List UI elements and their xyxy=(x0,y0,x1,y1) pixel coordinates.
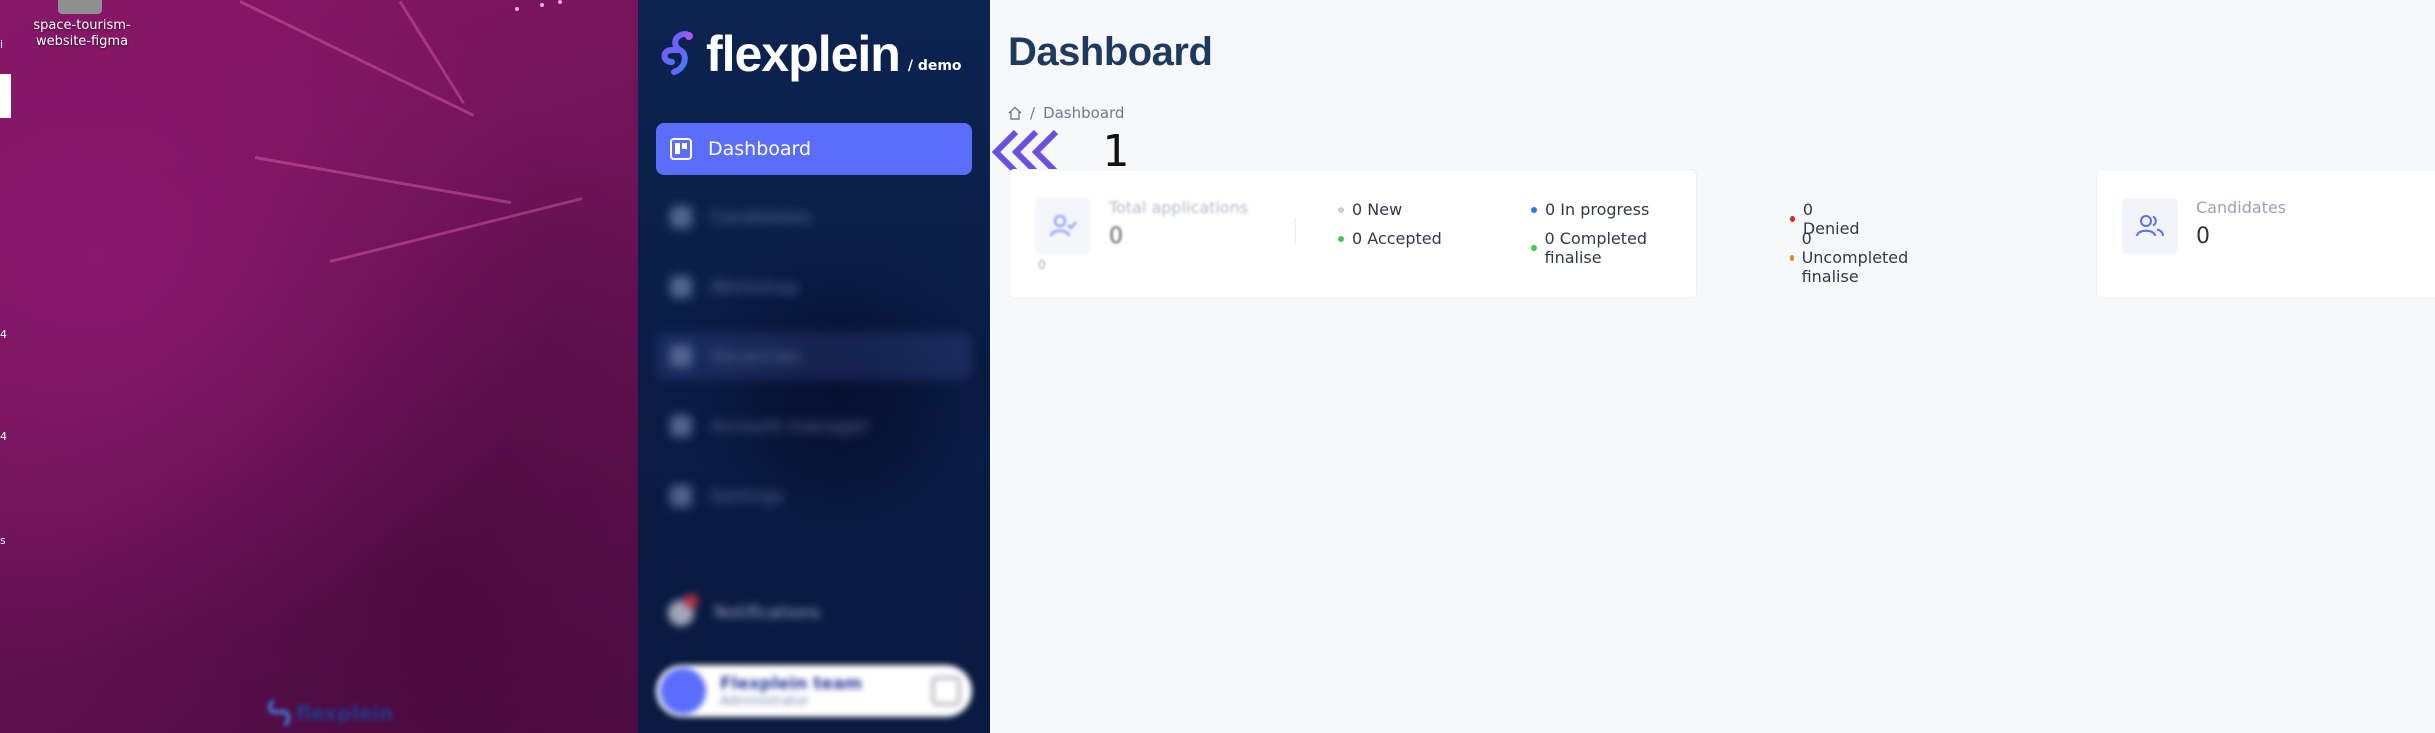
desktop-background: space-tourism-website-figma i 4 4 s flex… xyxy=(0,0,640,733)
brand-name: flexplein xyxy=(706,26,901,82)
dock-app-label: flexplein xyxy=(296,701,394,725)
user-name: Flexplein team xyxy=(720,673,863,694)
board-icon xyxy=(670,138,692,160)
sidebar-item-label: Account manager xyxy=(710,415,870,437)
status-dot xyxy=(1790,216,1795,222)
desktop-icon-label[interactable]: space-tourism-website-figma xyxy=(20,18,144,50)
brand-suffix: / demo xyxy=(907,58,962,74)
wallpaper-streak xyxy=(239,0,475,117)
user-profile[interactable]: Flexplein team Administrator xyxy=(656,665,972,717)
dock-app[interactable]: flexplein xyxy=(268,700,393,726)
applications-subvalue: 0 xyxy=(1038,258,1046,272)
page-title: Dashboard xyxy=(1008,30,1213,74)
sidebar-item-account-manager[interactable]: Account manager xyxy=(656,402,972,450)
sidebar-item-workshop[interactable]: Workshop xyxy=(656,263,972,311)
board-icon xyxy=(670,345,692,367)
status-dot xyxy=(1531,245,1537,251)
triple-chevron-left-icon xyxy=(991,129,1059,174)
notifications-label: Notifications xyxy=(714,603,821,623)
wallpaper-streak xyxy=(329,197,583,263)
window-edge-text: 4 xyxy=(0,328,7,341)
notifications-button[interactable]: Notifications xyxy=(668,594,821,626)
sidebar-item-dashboard[interactable]: Dashboard xyxy=(656,123,972,175)
logout-icon[interactable] xyxy=(932,677,960,705)
user-role: Administrator xyxy=(720,693,809,709)
stat-completed-finalise: 0 Completed finalise xyxy=(1531,229,1696,267)
sidebar-item-settings[interactable]: Settings xyxy=(656,472,972,520)
candidates-value: 0 xyxy=(2196,224,2210,249)
wallpaper-dot xyxy=(515,7,519,11)
user-icon xyxy=(670,206,692,228)
stat-accepted: 0 Accepted xyxy=(1338,229,1442,248)
sidebar-item-vacancies[interactable]: Vacancies xyxy=(656,332,972,380)
user-gear-icon xyxy=(670,415,692,437)
users-icon xyxy=(2122,198,2178,254)
sidebar-item-label: Settings xyxy=(710,485,784,507)
folder-icon[interactable] xyxy=(58,0,102,14)
status-dot xyxy=(1338,235,1344,242)
bell-icon xyxy=(668,594,698,626)
divider xyxy=(1295,218,1296,244)
stat-in-progress: 0 In progress xyxy=(1531,200,1649,219)
stat-label: 0 Uncompleted finalise xyxy=(1801,229,1909,286)
home-icon[interactable] xyxy=(1008,106,1022,120)
wallpaper-dot xyxy=(558,0,562,4)
main-content: Dashboard / Dashboard 1 Total applicatio… xyxy=(990,0,2435,733)
stat-label: 0 New xyxy=(1352,200,1403,219)
sidebar-item-label: Dashboard xyxy=(708,138,812,160)
applications-label: Total applications xyxy=(1109,198,1249,217)
status-dot xyxy=(1338,206,1344,213)
wallpaper-dot xyxy=(540,3,544,7)
breadcrumb: / Dashboard xyxy=(1008,104,1124,122)
applications-value: 0 xyxy=(1109,224,1123,249)
window-edge-text: i xyxy=(0,38,4,51)
brand-logo[interactable]: flexplein / demo xyxy=(658,28,962,80)
stat-label: 0 Accepted xyxy=(1352,229,1442,248)
applications-card[interactable]: Total applications 0 0 0 New 0 Accepted … xyxy=(1010,170,1908,298)
doc-icon xyxy=(670,276,692,298)
stat-new: 0 New xyxy=(1338,200,1402,219)
candidates-card[interactable]: Candidates 0 xyxy=(2097,170,2435,298)
sidebar-item-label: Candidates xyxy=(710,206,812,228)
breadcrumb-current: Dashboard xyxy=(1043,104,1125,122)
window-edge-text: 4 xyxy=(0,430,7,443)
status-dot xyxy=(1790,254,1794,261)
gear-icon xyxy=(670,485,692,507)
stat-uncompleted-finalise: 0 Uncompleted finalise xyxy=(1790,229,1911,286)
wallpaper-streak xyxy=(398,0,465,105)
sidebar-item-label: Workshop xyxy=(710,276,799,298)
flexplein-logo-icon xyxy=(268,700,290,726)
user-check-icon xyxy=(1035,198,1091,254)
window-edge xyxy=(0,74,11,118)
candidates-label: Candidates xyxy=(2196,198,2287,217)
stat-label: 0 In progress xyxy=(1545,200,1650,219)
status-dot xyxy=(1531,206,1537,213)
sidebar-item-candidates[interactable]: Candidates xyxy=(656,193,972,241)
flexplein-logo-icon xyxy=(661,31,693,75)
wallpaper-streak xyxy=(254,156,512,205)
sidebar: flexplein / demo Dashboard Candidates Wo… xyxy=(638,0,998,733)
avatar xyxy=(660,668,706,714)
sidebar-item-label: Vacancies xyxy=(710,345,800,367)
breadcrumb-separator: / xyxy=(1030,104,1036,122)
window-edge-text: s xyxy=(0,534,6,547)
stat-label: 0 Completed finalise xyxy=(1544,229,1648,267)
